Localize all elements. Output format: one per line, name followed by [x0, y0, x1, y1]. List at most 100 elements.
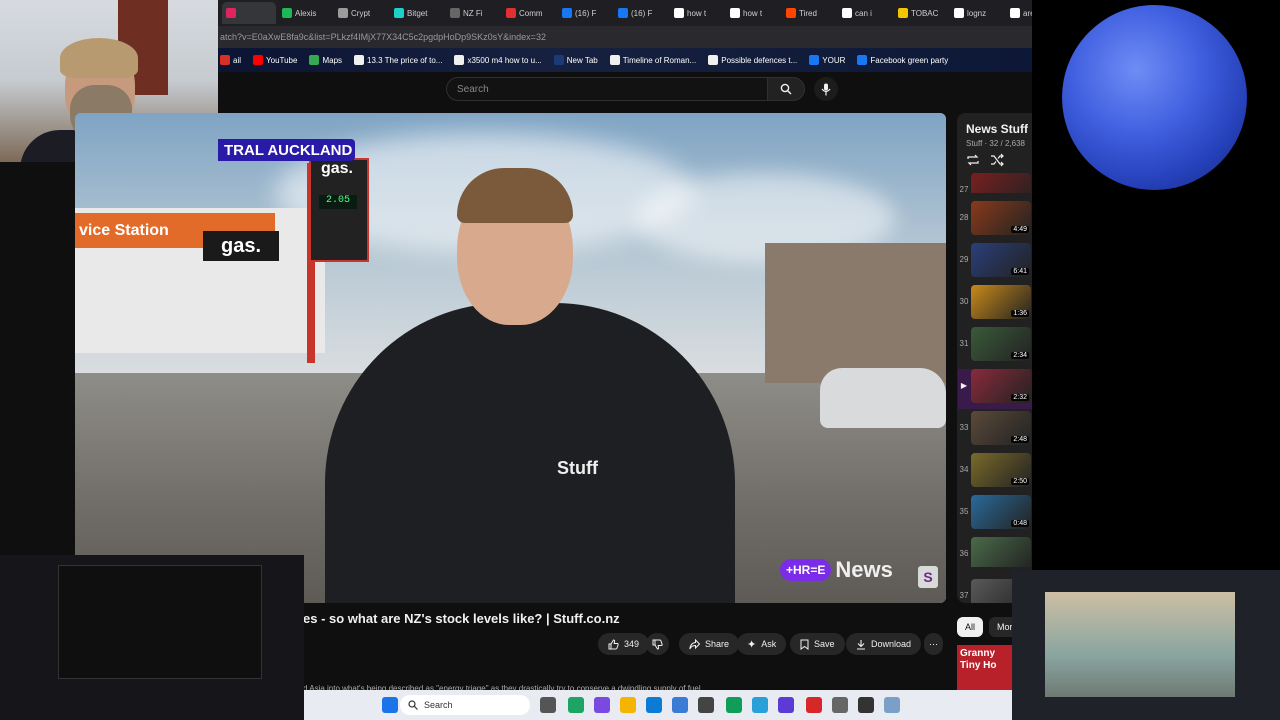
app-icon[interactable] — [806, 697, 822, 713]
bookmark-favicon-icon — [220, 55, 230, 65]
edge-icon[interactable] — [646, 697, 662, 713]
voice-search-button[interactable] — [814, 77, 838, 101]
app-icon[interactable] — [672, 697, 688, 713]
address-bar[interactable]: atch?v=E0aXwE8fa9c&list=PLkzf4IMjX77X34C… — [218, 26, 1032, 48]
browser-tab[interactable]: lognz — [950, 2, 1004, 24]
tab-label: are m — [1023, 8, 1032, 18]
bookmark-item[interactable]: x3500 m4 how to u... — [454, 55, 542, 65]
browser-tab[interactable] — [222, 2, 276, 24]
obs-icon[interactable] — [858, 697, 874, 713]
bookmark-item[interactable]: ail — [220, 55, 241, 65]
bookmark-item[interactable]: Timeline of Roman... — [609, 55, 697, 65]
share-button[interactable]: Share — [679, 633, 740, 655]
tab-label: (16) F — [575, 8, 597, 18]
video-location-caption: TRAL AUCKLAND — [218, 139, 355, 161]
playlist-item-thumbnail: 1:36 — [971, 285, 1031, 319]
like-button[interactable]: 349 — [598, 633, 650, 655]
playlist-item-thumbnail: 2:50 — [971, 453, 1031, 487]
browser-tab[interactable]: TOBAC — [894, 2, 948, 24]
search-input[interactable]: Search — [446, 77, 768, 101]
search-placeholder: Search — [457, 83, 489, 95]
chrome-icon[interactable] — [568, 697, 584, 713]
bookmark-label: YouTube — [266, 55, 298, 65]
bookmark-favicon-icon — [454, 55, 465, 65]
price-sign-gas-text: gas. — [320, 160, 353, 177]
save-button[interactable]: Save — [790, 633, 845, 655]
browser-tab[interactable]: Bitget — [390, 2, 444, 24]
address-bar-url[interactable]: atch?v=E0aXwE8fa9c&list=PLkzf4IMjX77X34C… — [220, 32, 546, 42]
playlist-title[interactable]: News Stuff — [966, 122, 1028, 136]
bookmark-item[interactable]: 13.3 The price of to... — [354, 55, 442, 65]
telegram-icon[interactable] — [752, 697, 768, 713]
bookmark-item[interactable]: Possible defences t... — [708, 55, 797, 65]
app-icon[interactable] — [778, 697, 794, 713]
browser-tab[interactable]: Alexis — [278, 2, 332, 24]
file-explorer-icon[interactable] — [540, 697, 556, 713]
windows-start-icon[interactable] — [382, 697, 398, 713]
download-button[interactable]: Download — [846, 633, 922, 655]
playlist-item-number: 36 — [959, 549, 969, 558]
tab-favicon-icon — [282, 8, 292, 18]
playlist-item-number: 33 — [959, 423, 969, 432]
browser-tab[interactable]: (16) F — [558, 2, 612, 24]
bookmark-item[interactable]: YOUR — [809, 55, 845, 65]
browser-tab[interactable]: how t — [670, 2, 724, 24]
microphone-icon — [821, 83, 831, 95]
search-icon — [408, 700, 418, 710]
jacket-logo: Stuff — [557, 458, 598, 478]
bookmark-item[interactable]: Facebook green party — [857, 55, 948, 65]
tab-favicon-icon — [618, 8, 628, 18]
playlist-subtitle: Stuff · 32 / 2,638 — [966, 139, 1026, 148]
browser-tab-strip: Alexis Crypt Bitget NZ Fi Comm (16) F (16) F ho… — [218, 0, 1032, 26]
browser-tab[interactable]: are m — [1006, 2, 1032, 24]
browser-tab[interactable]: how t — [726, 2, 780, 24]
browser-tab[interactable]: Tired — [782, 2, 836, 24]
taskbar-search-label: Search — [424, 700, 453, 710]
tab-favicon-icon — [786, 8, 796, 18]
folder-icon[interactable] — [620, 697, 636, 713]
bookmark-item[interactable]: Maps — [309, 55, 342, 65]
tab-favicon-icon — [954, 8, 964, 18]
bookmark-item[interactable]: New Tab — [553, 55, 598, 65]
bookmark-label: Timeline of Roman... — [622, 55, 697, 65]
playlist-item-number: 34 — [959, 465, 969, 474]
app-icon[interactable] — [726, 697, 742, 713]
station-sign-text: vice Station — [79, 221, 169, 239]
tab-favicon-icon — [730, 8, 740, 18]
browser-tab[interactable]: (16) F — [614, 2, 668, 24]
playlist-item-thumbnail: 2:34 — [971, 327, 1031, 361]
playlist-item-number: 31 — [959, 339, 969, 348]
playlist-item-number: 27 — [959, 185, 969, 193]
browser-tab[interactable]: can i — [838, 2, 892, 24]
app-icon[interactable] — [884, 697, 900, 713]
browser-tab[interactable]: NZ Fi — [446, 2, 500, 24]
related-video-thumbnail[interactable]: Granny Tiny Ho — [957, 645, 1012, 690]
video-player[interactable]: vice Station gas. gas. 2.05 Stuff S — [75, 113, 946, 603]
loop-icon[interactable] — [966, 153, 980, 167]
more-actions-button[interactable]: ⋯ — [924, 633, 943, 655]
browser-tab[interactable]: Crypt — [334, 2, 388, 24]
playlist-item-duration: 2:50 — [1011, 478, 1029, 485]
app-icon[interactable] — [698, 697, 714, 713]
playlist-item-thumbnail: 4:49 — [971, 201, 1031, 235]
playlist-item-duration: 2:32 — [1011, 394, 1029, 401]
price-sign-value: 2.05 — [319, 195, 357, 209]
shuffle-icon[interactable] — [990, 153, 1004, 167]
dislike-button[interactable] — [646, 633, 669, 655]
settings-icon[interactable] — [832, 697, 848, 713]
ask-button[interactable]: ✦ Ask — [737, 633, 787, 655]
search-button[interactable] — [767, 77, 805, 101]
tab-favicon-icon — [226, 8, 236, 18]
bookmark-item[interactable]: YouTube — [253, 55, 297, 65]
playlist-item-thumbnail: 2:32 — [971, 369, 1031, 403]
browser-tab[interactable]: Comm — [502, 2, 556, 24]
taskbar-search[interactable]: Search — [400, 695, 530, 715]
playlist-item-number: ▶ — [958, 381, 970, 390]
app-icon[interactable] — [594, 697, 610, 713]
playlist-item-thumbnail — [971, 537, 1031, 567]
playlist-item-duration: 6:41 — [1011, 268, 1029, 275]
tab-label: how t — [687, 8, 707, 18]
bookmark-favicon-icon — [708, 55, 719, 65]
playlist-item-number: 30 — [959, 297, 969, 306]
filter-chip[interactable]: All — [957, 617, 984, 637]
